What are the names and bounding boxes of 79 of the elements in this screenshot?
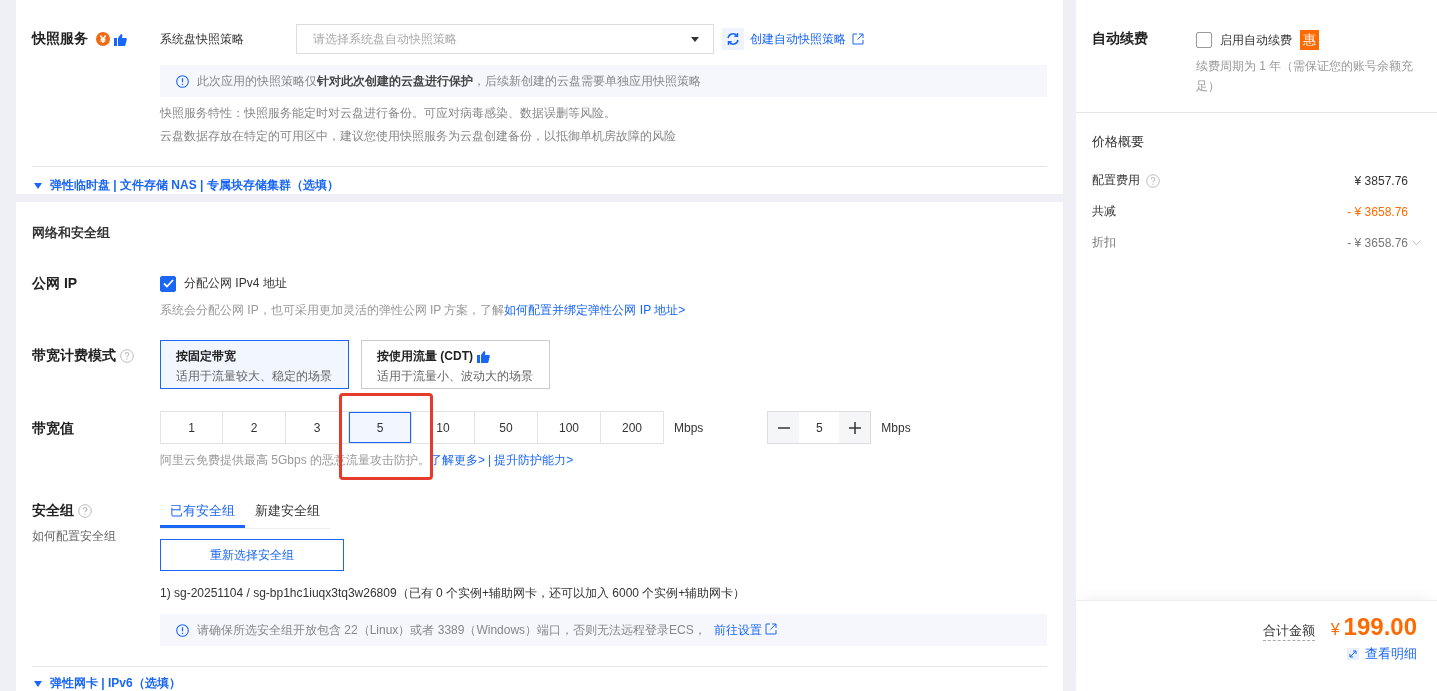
field-label: 自动续费 [1092,30,1149,48]
bandwidth-option[interactable]: 200 [601,411,664,444]
unit-label: Mbps [674,420,704,435]
discount-badge: 惠 [1300,30,1319,50]
bandwidth-option[interactable]: 1 [160,411,223,444]
help-icon[interactable] [120,349,134,363]
yen-coin-icon [96,32,110,46]
help-icon[interactable] [78,504,92,518]
plus-icon [847,420,862,435]
help-link[interactable]: 如何配置安全组 [32,528,116,545]
option-description: 适用于流量小、波动大的场景 [377,368,534,385]
field-label: 带宽计费模式 [32,347,116,365]
total-label: 合计金额 [1262,622,1315,641]
info-icon [176,74,189,88]
total-amount: 199.00 [1343,613,1417,641]
bandwidth-stepper[interactable]: 5 [767,411,872,444]
bandwidth-option[interactable]: 10 [412,411,475,444]
caret-icon [691,36,699,42]
notice-text: 此次应用的快照策略仅针对此次创建的云盘进行保护，后续新创建的云盘需要单独应用快照策略 [197,72,701,90]
decrement-button[interactable] [768,412,800,443]
checkbox[interactable] [160,275,176,292]
price-label: 共减 [1092,203,1116,220]
expand-icon [1347,648,1359,660]
increment-button[interactable] [839,412,871,443]
description-text: 快照服务特性：快照服务能定时对云盘进行备份。可应对病毒感染、数据误删等风险。 [160,107,617,120]
checkbox-label: 分配公网 IPv4 地址 [184,275,287,292]
upgrade-protection-link[interactable]: 提升防护能力> [494,453,574,467]
price-label: 折扣 [1092,234,1116,251]
bandwidth-option[interactable]: 50 [475,411,538,444]
optional-storage-toggle[interactable]: 弹性临时盘 | 文件存储 NAS | 专属块存储集群（选填） [32,177,339,194]
create-policy-link[interactable]: 创建自动快照策略 [750,30,864,48]
option-title: 按使用流量 (CDT) [377,348,534,365]
settings-link[interactable]: 前往设置 [713,621,777,639]
field-label: 快照服务 [32,30,88,48]
field-label: 安全组 [32,502,74,520]
notice-text: 请确保所选安全组开放包含 22（Linux）或者 3389（Windows）端口，否则无法远程登录ECS， [197,621,706,639]
help-icon[interactable] [1146,173,1160,188]
currency-symbol: ¥ [1330,621,1340,639]
billing-option-card[interactable]: 按使用流量 (CDT) 适用于流量小、波动大的场景 [361,340,550,389]
checkbox[interactable] [1196,32,1212,48]
refresh-icon [726,32,740,46]
refresh-button[interactable] [722,28,744,50]
option-title: 按固定带宽 [176,348,237,365]
hint-text: 续费周期为 1 年（需保证您的账号余额充足） [1196,58,1415,95]
field-label: 系统盘快照策略 [160,30,245,48]
separator-text: | [488,453,492,467]
security-group-text: 1) sg-20251104 / sg-bp1hc1iuqx3tq3w26809（已有 0 个实例+辅助网卡，还可以加入 6000 个实例+辅助网卡） [160,585,746,602]
external-link-icon [764,622,777,635]
help-link[interactable]: 如何配置并绑定弹性公网 IP 地址> [504,303,686,317]
thumbs-up-icon [114,32,127,46]
price-label: 配置费用 [1092,172,1140,189]
external-link-icon [852,33,864,45]
minus-icon [777,426,790,429]
unit-label: Mbps [881,420,911,435]
field-label: 公网 IP [32,275,78,293]
hint-text: 系统会分配公网 IP，也可采用更加灵活的弹性公网 IP 方案，了解 [160,303,505,317]
price-value: - ¥ 3658.76 [1347,204,1408,219]
caret-icon [34,182,42,189]
view-details-link[interactable]: 查看明细 [1347,645,1417,663]
price-value: - ¥ 3658.76 [1347,235,1408,250]
section-title: 网络和安全组 [32,224,111,242]
billing-option-card[interactable]: 按固定带宽 适用于流量较大、稳定的场景 [160,340,349,389]
section-title: 价格概要 [1092,133,1145,151]
reselect-security-group-button[interactable]: 重新选择安全组 [160,539,344,571]
bandwidth-option[interactable]: 5 [349,411,412,444]
price-value: ¥ 3857.76 [1354,173,1408,188]
chevron-down-icon[interactable] [1412,239,1421,246]
bandwidth-option[interactable]: 3 [286,411,349,444]
field-label: 带宽值 [32,420,74,438]
tab[interactable]: 已有安全组 [160,502,245,528]
checkbox-label: 启用自动续费 [1220,31,1292,49]
caret-icon [34,680,42,687]
bandwidth-option[interactable]: 2 [223,411,286,444]
description-text: 云盘数据存放在特定的可用区中，建议您使用快照服务为云盘创建备份，以抵御单机房故障的风险 [160,130,677,143]
info-icon [176,623,189,637]
optional-network-toggle[interactable]: 弹性网卡 | IPv6（选填） [32,675,181,691]
bandwidth-option[interactable]: 100 [538,411,601,444]
tab[interactable]: 新建安全组 [245,502,330,528]
option-description: 适用于流量较大、稳定的场景 [176,368,333,385]
